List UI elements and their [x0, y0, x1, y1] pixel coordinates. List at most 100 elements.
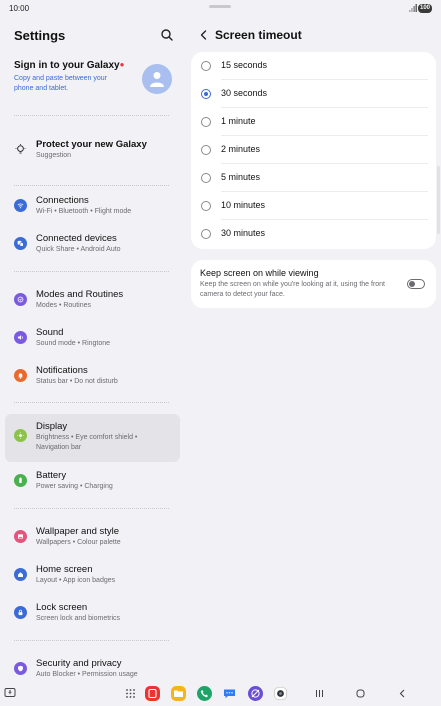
notification-icon	[14, 369, 27, 382]
timeout-option[interactable]: 15 seconds	[191, 52, 436, 80]
sidebar-item-subtitle: Quick Share • Android Auto	[36, 246, 121, 253]
gallery-app-icon[interactable]	[145, 686, 160, 701]
keep-screen-on-setting[interactable]: Keep screen on while viewing Keep the sc…	[191, 260, 436, 308]
sidebar-item-connected-devices[interactable]: Connected devices Quick Share • Android …	[5, 226, 180, 264]
devices-icon	[14, 237, 27, 250]
settings-pane: Settings Sign in to your Galaxy● Copy an…	[0, 18, 186, 682]
messages-app-icon[interactable]	[222, 686, 237, 701]
radio-button[interactable]	[201, 117, 211, 127]
internet-app-icon[interactable]	[248, 686, 263, 701]
new-badge-dot: ●	[119, 60, 125, 69]
sidebar-item-subtitle: Sound mode • Ringtone	[36, 340, 111, 347]
status-bar: 10:00 100	[0, 0, 441, 18]
sidebar-item-label: Security and privacy	[36, 658, 122, 669]
detail-title: Screen timeout	[215, 28, 302, 42]
sidebar-item-label: Home screen	[36, 564, 93, 575]
timeout-option-label: 15 seconds	[221, 60, 268, 70]
sound-icon	[14, 331, 27, 344]
home-icon	[14, 568, 27, 581]
back-icon[interactable]	[199, 30, 209, 40]
timeout-option[interactable]: 1 minute	[191, 108, 436, 136]
search-icon[interactable]	[160, 28, 174, 42]
sidebar-item-subtitle: Status bar • Do not disturb	[36, 378, 118, 385]
account-sign-in[interactable]: Sign in to your Galaxy● Copy and paste b…	[14, 60, 174, 94]
sidebar-item-security[interactable]: Security and privacy Auto Blocker • Perm…	[5, 651, 180, 682]
lightbulb-icon	[14, 143, 27, 156]
divider	[14, 402, 169, 403]
radio-button[interactable]	[201, 229, 211, 239]
sidebar-item-display[interactable]: Display Brightness • Eye comfort shield …	[5, 414, 180, 462]
sidebar-item-subtitle: Power saving • Charging	[36, 483, 113, 490]
account-subtitle: Copy and paste between your phone and ta…	[14, 75, 108, 92]
keep-screen-on-toggle[interactable]	[407, 279, 425, 289]
page-title: Settings	[14, 28, 66, 43]
sidebar-item-label: Sound	[36, 327, 64, 338]
display-icon	[14, 429, 27, 442]
recent-apps-icon[interactable]	[312, 686, 327, 701]
timeout-option-label: 1 minute	[221, 116, 256, 126]
suggestion-subtitle: Suggestion	[36, 152, 72, 159]
divider	[14, 271, 169, 272]
sidebar-item-battery[interactable]: Battery Power saving • Charging	[5, 463, 180, 501]
taskbar	[0, 682, 441, 706]
divider	[14, 640, 169, 641]
sidebar-item-subtitle: Modes • Routines	[36, 302, 91, 309]
sidebar-item-subtitle: Wi-Fi • Bluetooth • Flight mode	[36, 208, 132, 215]
sidebar-item-label: Lock screen	[36, 602, 88, 613]
routines-icon	[14, 293, 27, 306]
account-title: Sign in to your Galaxy	[14, 60, 120, 71]
person-icon	[150, 72, 164, 87]
sidebar-item-wallpaper[interactable]: Wallpaper and style Wallpapers • Colour …	[5, 519, 180, 557]
timeout-option-label: 5 minutes	[221, 172, 261, 182]
timeout-option[interactable]: 2 minutes	[191, 136, 436, 164]
radio-button[interactable]	[201, 201, 211, 211]
phone-app-icon[interactable]	[197, 686, 212, 701]
notification-handle[interactable]	[209, 5, 231, 8]
timeout-option-label: 30 minutes	[221, 228, 266, 238]
screen-timeout-pane: Screen timeout 15 seconds 30 seconds 1 m…	[191, 18, 436, 682]
accessibility-icon[interactable]	[3, 686, 18, 701]
sidebar-item-subtitle: Wallpapers • Colour palette	[36, 539, 121, 546]
radio-button[interactable]	[201, 145, 211, 155]
suggestion-title: Protect your new Galaxy	[36, 139, 147, 150]
timeout-option[interactable]: 30 seconds	[191, 80, 436, 108]
sidebar-item-sound[interactable]: Sound Sound mode • Ringtone	[5, 320, 180, 358]
sidebar-item-home-screen[interactable]: Home screen Layout • App icon badges	[5, 557, 180, 595]
timeout-options: 15 seconds 30 seconds 1 minute 2 minutes…	[191, 52, 436, 249]
edge-panel-handle[interactable]	[437, 166, 440, 234]
sidebar-item-lock-screen[interactable]: Lock screen Screen lock and biometrics	[5, 595, 180, 633]
my-files-app-icon[interactable]	[171, 686, 186, 701]
wifi-icon	[14, 199, 27, 212]
keep-screen-on-title: Keep screen on while viewing	[200, 268, 319, 278]
keep-screen-on-subtitle: Keep the screen on while you're looking …	[200, 281, 386, 298]
lock-icon	[14, 606, 27, 619]
sidebar-item-subtitle: Screen lock and biometrics	[36, 615, 121, 622]
wallpaper-icon	[14, 530, 27, 543]
radio-button[interactable]	[201, 61, 211, 71]
home-button-icon[interactable]	[353, 686, 368, 701]
battery-icon	[14, 474, 27, 487]
timeout-option[interactable]: 30 minutes	[191, 220, 436, 248]
suggestion-item[interactable]: Protect your new Galaxy Suggestion	[5, 132, 180, 170]
camera-app-icon[interactable]	[273, 686, 288, 701]
radio-button-selected[interactable]	[201, 89, 211, 99]
sidebar-item-label: Notifications	[36, 365, 88, 376]
app-drawer-icon[interactable]	[123, 686, 138, 701]
sidebar-item-subtitle: Layout • App icon badges	[36, 577, 116, 584]
sidebar-item-label: Wallpaper and style	[36, 526, 120, 537]
back-button-icon[interactable]	[395, 686, 410, 701]
timeout-option[interactable]: 5 minutes	[191, 164, 436, 192]
divider	[14, 115, 169, 116]
status-time: 10:00	[9, 4, 30, 13]
divider	[14, 185, 169, 186]
sidebar-item-notifications[interactable]: Notifications Status bar • Do not distur…	[5, 358, 180, 396]
battery-indicator: 100	[418, 4, 432, 13]
radio-button[interactable]	[201, 173, 211, 183]
timeout-option[interactable]: 10 minutes	[191, 192, 436, 220]
timeout-option-label: 2 minutes	[221, 144, 261, 154]
sidebar-item-modes-routines[interactable]: Modes and Routines Modes • Routines	[5, 282, 180, 320]
sidebar-item-label: Modes and Routines	[36, 289, 124, 300]
timeout-option-label: 10 minutes	[221, 200, 266, 210]
sidebar-item-connections[interactable]: Connections Wi-Fi • Bluetooth • Flight m…	[5, 188, 180, 226]
divider	[14, 508, 169, 509]
